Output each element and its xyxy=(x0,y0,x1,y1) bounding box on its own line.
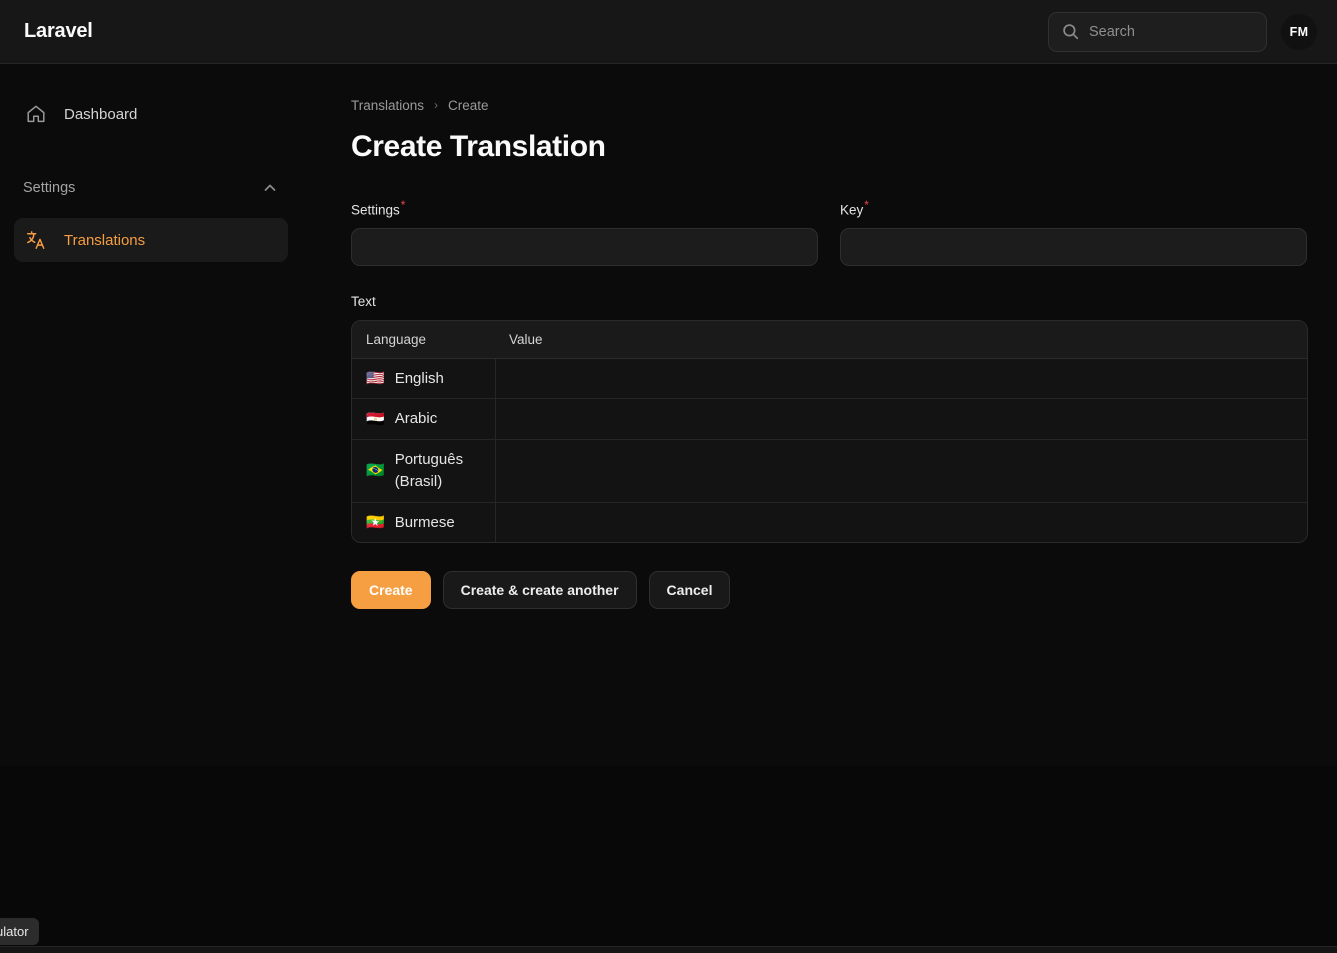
language-name: English xyxy=(394,369,444,387)
translations-table: Language Value 🇺🇸 English 🇪🇬 Arabic 🇧🇷 P… xyxy=(351,319,1308,544)
search-icon xyxy=(1063,24,1079,40)
sidebar-group-title: Settings xyxy=(23,180,76,196)
search-input[interactable] xyxy=(1089,23,1253,40)
flag-icon: 🇪🇬 xyxy=(366,409,385,428)
page-title: Create Translation xyxy=(351,130,606,163)
field-label-text: Key xyxy=(840,202,864,218)
chevron-up-icon[interactable] xyxy=(263,181,277,195)
breadcrumb: Translations › Create xyxy=(351,96,1307,114)
language-name: Português (Brasil) xyxy=(394,451,464,490)
sidebar-item-label: Dashboard xyxy=(64,105,138,123)
sidebar: Dashboard Settings Translations xyxy=(0,64,302,766)
language-cell: 🇪🇬 Arabic xyxy=(352,398,496,440)
language-cell: 🇧🇷 Português (Brasil) xyxy=(352,439,496,503)
field-label: Key* xyxy=(840,198,1307,218)
bottom-bar xyxy=(0,946,1337,953)
avatar[interactable]: FM xyxy=(1281,13,1317,50)
breadcrumb-separator-icon: › xyxy=(434,98,439,112)
value-input-english[interactable] xyxy=(495,360,1307,397)
calculator-tooltip: Calculator xyxy=(0,918,39,945)
breadcrumb-parent[interactable]: Translations xyxy=(351,98,424,113)
language-cell: 🇲🇲 Burmese xyxy=(352,502,496,543)
value-input-burmese[interactable] xyxy=(495,504,1307,541)
table-row: 🇲🇲 Burmese xyxy=(352,502,1307,543)
language-name: Arabic xyxy=(394,410,438,428)
key-input[interactable] xyxy=(840,227,1307,266)
create-and-create-another-button[interactable]: Create & create another xyxy=(442,571,637,610)
table-header-row: Language Value xyxy=(352,320,1307,359)
text-section-label: Text xyxy=(351,293,376,309)
required-marker: * xyxy=(400,198,406,212)
brand-logo[interactable]: Laravel xyxy=(24,20,93,43)
field-label: Settings* xyxy=(351,198,818,218)
main-content: Translations › Create Create Translation… xyxy=(302,64,1337,766)
required-marker: * xyxy=(864,198,869,212)
table-row: 🇪🇬 Arabic xyxy=(352,398,1307,440)
cancel-button[interactable]: Cancel xyxy=(648,571,731,610)
table-row: 🇧🇷 Português (Brasil) xyxy=(352,439,1307,503)
column-header-value: Value xyxy=(495,320,1307,359)
table-row: 🇺🇸 English xyxy=(352,358,1307,400)
value-input-arabic[interactable] xyxy=(495,401,1307,438)
sidebar-item-label: Translations xyxy=(64,231,146,249)
flag-icon: 🇺🇸 xyxy=(366,368,385,387)
lower-empty-area xyxy=(0,766,1337,946)
value-cell xyxy=(495,439,1307,503)
value-cell xyxy=(495,358,1307,400)
flag-icon: 🇧🇷 xyxy=(366,461,385,480)
sidebar-group-settings[interactable]: Settings xyxy=(14,174,288,202)
form-row: Settings* Key* xyxy=(351,198,1307,266)
value-input-portugues-brasil[interactable] xyxy=(495,452,1307,489)
breadcrumb-current: Create xyxy=(448,97,489,113)
global-search[interactable] xyxy=(1048,11,1267,52)
field-label-text: Settings xyxy=(351,202,400,218)
language-name: Burmese xyxy=(394,513,455,531)
sidebar-item-translations[interactable]: Translations xyxy=(14,218,288,262)
column-header-language: Language xyxy=(352,320,495,359)
home-icon xyxy=(27,105,45,123)
form-actions: Create Create & create another Cancel xyxy=(351,571,1307,610)
field-settings: Settings* xyxy=(351,198,818,266)
field-key: Key* xyxy=(840,198,1307,266)
translate-icon xyxy=(27,231,45,249)
sidebar-item-dashboard[interactable]: Dashboard xyxy=(14,92,288,136)
language-cell: 🇺🇸 English xyxy=(352,358,496,400)
settings-input[interactable] xyxy=(351,227,818,266)
create-button[interactable]: Create xyxy=(351,571,431,610)
flag-icon: 🇲🇲 xyxy=(366,512,385,531)
app-root: Laravel FM Dashboard Settings xyxy=(0,0,1337,953)
topbar-right-group: FM xyxy=(1048,11,1317,52)
value-cell xyxy=(495,398,1307,440)
value-cell xyxy=(495,502,1307,543)
top-bar: Laravel FM xyxy=(0,0,1337,64)
